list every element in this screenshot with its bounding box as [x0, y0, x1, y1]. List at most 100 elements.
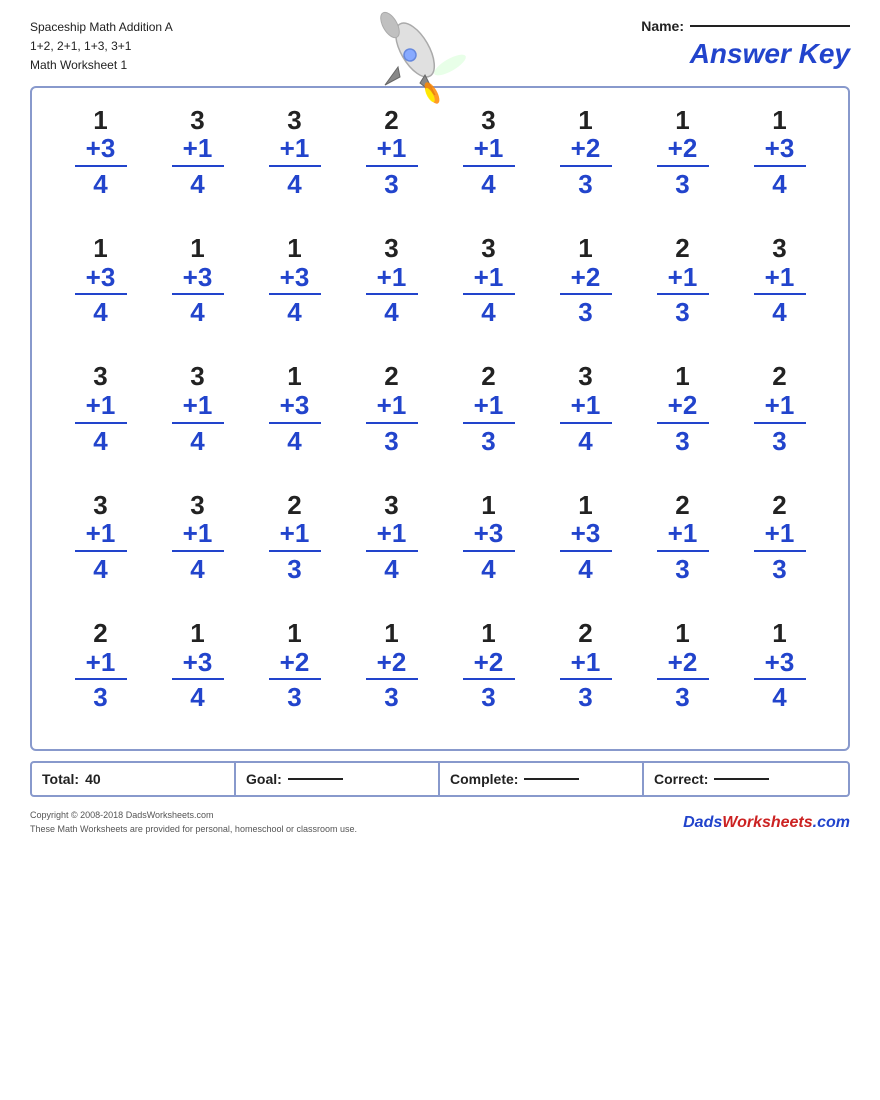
worksheet-box: 1+343+143+142+133+141+231+231+341+341+34… [30, 86, 850, 752]
num-result: 4 [190, 297, 204, 328]
problem: 2+13 [440, 354, 537, 472]
problem: 3+14 [343, 226, 440, 344]
problem: 2+13 [343, 354, 440, 472]
problem-grid: 1+343+143+142+133+141+231+231+341+341+34… [52, 98, 828, 730]
problem: 3+14 [731, 226, 828, 344]
problem: 2+13 [634, 483, 731, 601]
total-label: Total: [42, 771, 79, 787]
num-result: 4 [578, 554, 592, 585]
num-top: 2 [675, 234, 689, 263]
correct-label: Correct: [654, 771, 708, 787]
num-top: 3 [578, 362, 592, 391]
footer-complete: Complete: [440, 763, 644, 795]
brand-com: .com [813, 814, 850, 831]
problem: 2+13 [537, 611, 634, 729]
num-result: 3 [578, 682, 592, 713]
num-top: 1 [772, 619, 786, 648]
num-add: +3 [75, 263, 127, 296]
num-add: +2 [269, 648, 321, 681]
worksheet-title-line1: Spaceship Math Addition A [30, 18, 173, 37]
num-top: 1 [287, 234, 301, 263]
num-top: 1 [93, 106, 107, 135]
problem: 3+14 [343, 483, 440, 601]
problem: 1+23 [440, 611, 537, 729]
problem: 3+14 [246, 98, 343, 216]
brand-worksheets: Worksheets [722, 814, 812, 831]
problem: 1+23 [634, 611, 731, 729]
problem: 1+23 [246, 611, 343, 729]
problem: 1+34 [537, 483, 634, 601]
num-result: 3 [93, 682, 107, 713]
num-result: 4 [93, 426, 107, 457]
num-result: 4 [578, 426, 592, 457]
num-top: 3 [190, 106, 204, 135]
num-add: +3 [754, 648, 806, 681]
num-add: +1 [754, 391, 806, 424]
num-add: +1 [754, 519, 806, 552]
complete-line [524, 778, 579, 780]
problem: 1+23 [537, 226, 634, 344]
problem: 2+13 [52, 611, 149, 729]
num-top: 2 [384, 362, 398, 391]
num-result: 4 [481, 554, 495, 585]
num-top: 1 [384, 619, 398, 648]
num-top: 2 [578, 619, 592, 648]
num-add: +3 [754, 134, 806, 167]
row-spacer [52, 473, 828, 483]
problem: 1+23 [343, 611, 440, 729]
num-add: +2 [657, 391, 709, 424]
header-left: Spaceship Math Addition A 1+2, 2+1, 1+3,… [30, 18, 173, 76]
num-result: 4 [287, 169, 301, 200]
num-add: +2 [366, 648, 418, 681]
row-spacer [52, 344, 828, 354]
problem: 2+13 [731, 483, 828, 601]
correct-line [714, 778, 769, 780]
num-top: 2 [772, 362, 786, 391]
header-right: Name: Answer Key [641, 18, 850, 70]
num-result: 4 [384, 554, 398, 585]
footer-correct: Correct: [644, 763, 848, 795]
num-add: +3 [172, 648, 224, 681]
copyright-line1: Copyright © 2008-2018 DadsWorksheets.com [30, 809, 357, 823]
num-top: 1 [190, 619, 204, 648]
problem: 3+14 [440, 226, 537, 344]
num-top: 3 [93, 362, 107, 391]
num-result: 4 [772, 682, 786, 713]
num-top: 2 [481, 362, 495, 391]
num-add: +1 [366, 263, 418, 296]
num-result: 3 [287, 682, 301, 713]
footer-totals: Total: 40 Goal: Complete: Correct: [30, 761, 850, 797]
num-add: +1 [463, 391, 515, 424]
complete-label: Complete: [450, 771, 518, 787]
num-result: 4 [190, 682, 204, 713]
name-row: Name: [641, 18, 850, 34]
num-top: 1 [578, 106, 592, 135]
num-add: +3 [560, 519, 612, 552]
num-add: +1 [269, 134, 321, 167]
worksheet-title-line2: 1+2, 2+1, 1+3, 3+1 [30, 37, 173, 56]
problem: 1+34 [52, 98, 149, 216]
num-add: +1 [172, 391, 224, 424]
num-add: +3 [172, 263, 224, 296]
num-top: 1 [190, 234, 204, 263]
problem: 1+23 [537, 98, 634, 216]
num-result: 4 [190, 554, 204, 585]
problem: 1+34 [149, 611, 246, 729]
row-spacer [52, 216, 828, 226]
problem: 3+14 [149, 354, 246, 472]
num-result: 3 [675, 169, 689, 200]
problem: 1+34 [731, 98, 828, 216]
num-result: 4 [190, 169, 204, 200]
num-top: 1 [287, 362, 301, 391]
num-top: 1 [675, 362, 689, 391]
num-result: 4 [93, 169, 107, 200]
num-result: 4 [384, 297, 398, 328]
footer-total: Total: 40 [32, 763, 236, 795]
num-add: +1 [560, 648, 612, 681]
num-result: 4 [93, 297, 107, 328]
problem: 3+14 [52, 483, 149, 601]
num-result: 3 [675, 426, 689, 457]
goal-line [288, 778, 343, 780]
num-add: +2 [657, 134, 709, 167]
num-top: 3 [190, 491, 204, 520]
